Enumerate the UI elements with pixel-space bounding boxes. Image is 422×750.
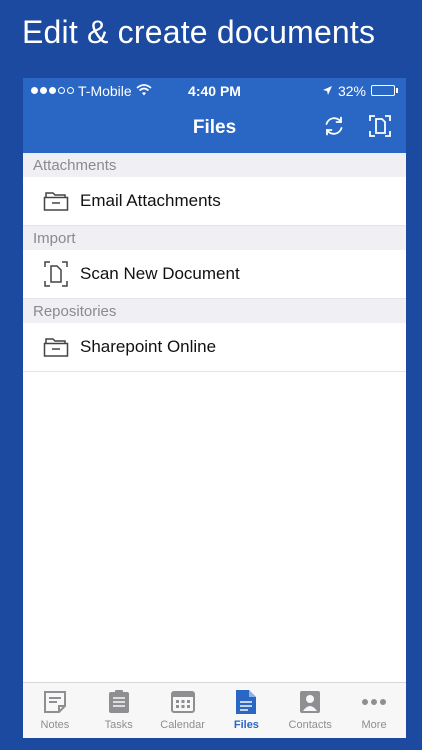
nav-actions	[322, 114, 392, 143]
tab-label: More	[361, 719, 387, 731]
status-bar: T-Mobile 4:40 PM 32%	[23, 78, 406, 103]
tab-bar: Notes Tasks Calendar Files Contacts More	[23, 682, 406, 738]
folder-tray-icon	[43, 188, 69, 214]
status-right: 32%	[322, 83, 398, 99]
files-icon	[233, 689, 259, 715]
tab-label: Files	[233, 719, 259, 731]
headline: Edit & create documents	[22, 14, 376, 50]
tab-files[interactable]: Files	[214, 683, 278, 738]
list-item-label: Email Attachments	[80, 191, 221, 210]
tab-label: Calendar	[160, 719, 205, 731]
refresh-icon	[322, 114, 346, 143]
list-item-scan-new-document[interactable]: Scan New Document	[23, 250, 406, 299]
wifi-icon	[136, 83, 152, 99]
tab-notes[interactable]: Notes	[23, 683, 87, 738]
notes-icon	[42, 689, 68, 715]
tab-tasks[interactable]: Tasks	[87, 683, 151, 738]
tab-calendar[interactable]: Calendar	[151, 683, 215, 738]
section-header-attachments: Attachments	[23, 153, 406, 177]
calendar-icon	[170, 689, 196, 715]
battery-icon	[371, 85, 398, 96]
scan-document-icon	[43, 261, 69, 287]
battery-percent: 32%	[337, 82, 366, 99]
scan-frame-icon	[368, 114, 392, 143]
list-item-sharepoint-online[interactable]: Sharepoint Online	[23, 323, 406, 372]
list-item-label: Sharepoint Online	[80, 337, 217, 356]
phone-screen: T-Mobile 4:40 PM 32% Files Attachments E…	[23, 78, 406, 738]
page-title: Files	[192, 117, 237, 138]
tab-more[interactable]: More	[342, 683, 406, 738]
status-left: T-Mobile	[31, 83, 152, 99]
tab-label: Tasks	[104, 719, 133, 731]
location-arrow-icon	[322, 83, 333, 99]
section-header-repositories: Repositories	[23, 299, 406, 323]
scan-button[interactable]	[368, 114, 392, 143]
tasks-icon	[106, 689, 132, 715]
list-item-email-attachments[interactable]: Email Attachments	[23, 177, 406, 226]
nav-bar: Files	[23, 103, 406, 153]
list-item-label: Scan New Document	[80, 264, 240, 283]
tab-label: Contacts	[288, 719, 332, 731]
more-icon	[361, 689, 387, 715]
folder-tray-icon	[43, 334, 69, 360]
section-header-import: Import	[23, 226, 406, 250]
carrier-name: T-Mobile	[78, 82, 132, 99]
signal-strength-icon	[31, 87, 74, 94]
tab-label: Notes	[40, 719, 70, 731]
tab-contacts[interactable]: Contacts	[278, 683, 342, 738]
contacts-icon	[297, 689, 323, 715]
refresh-button[interactable]	[322, 116, 346, 140]
